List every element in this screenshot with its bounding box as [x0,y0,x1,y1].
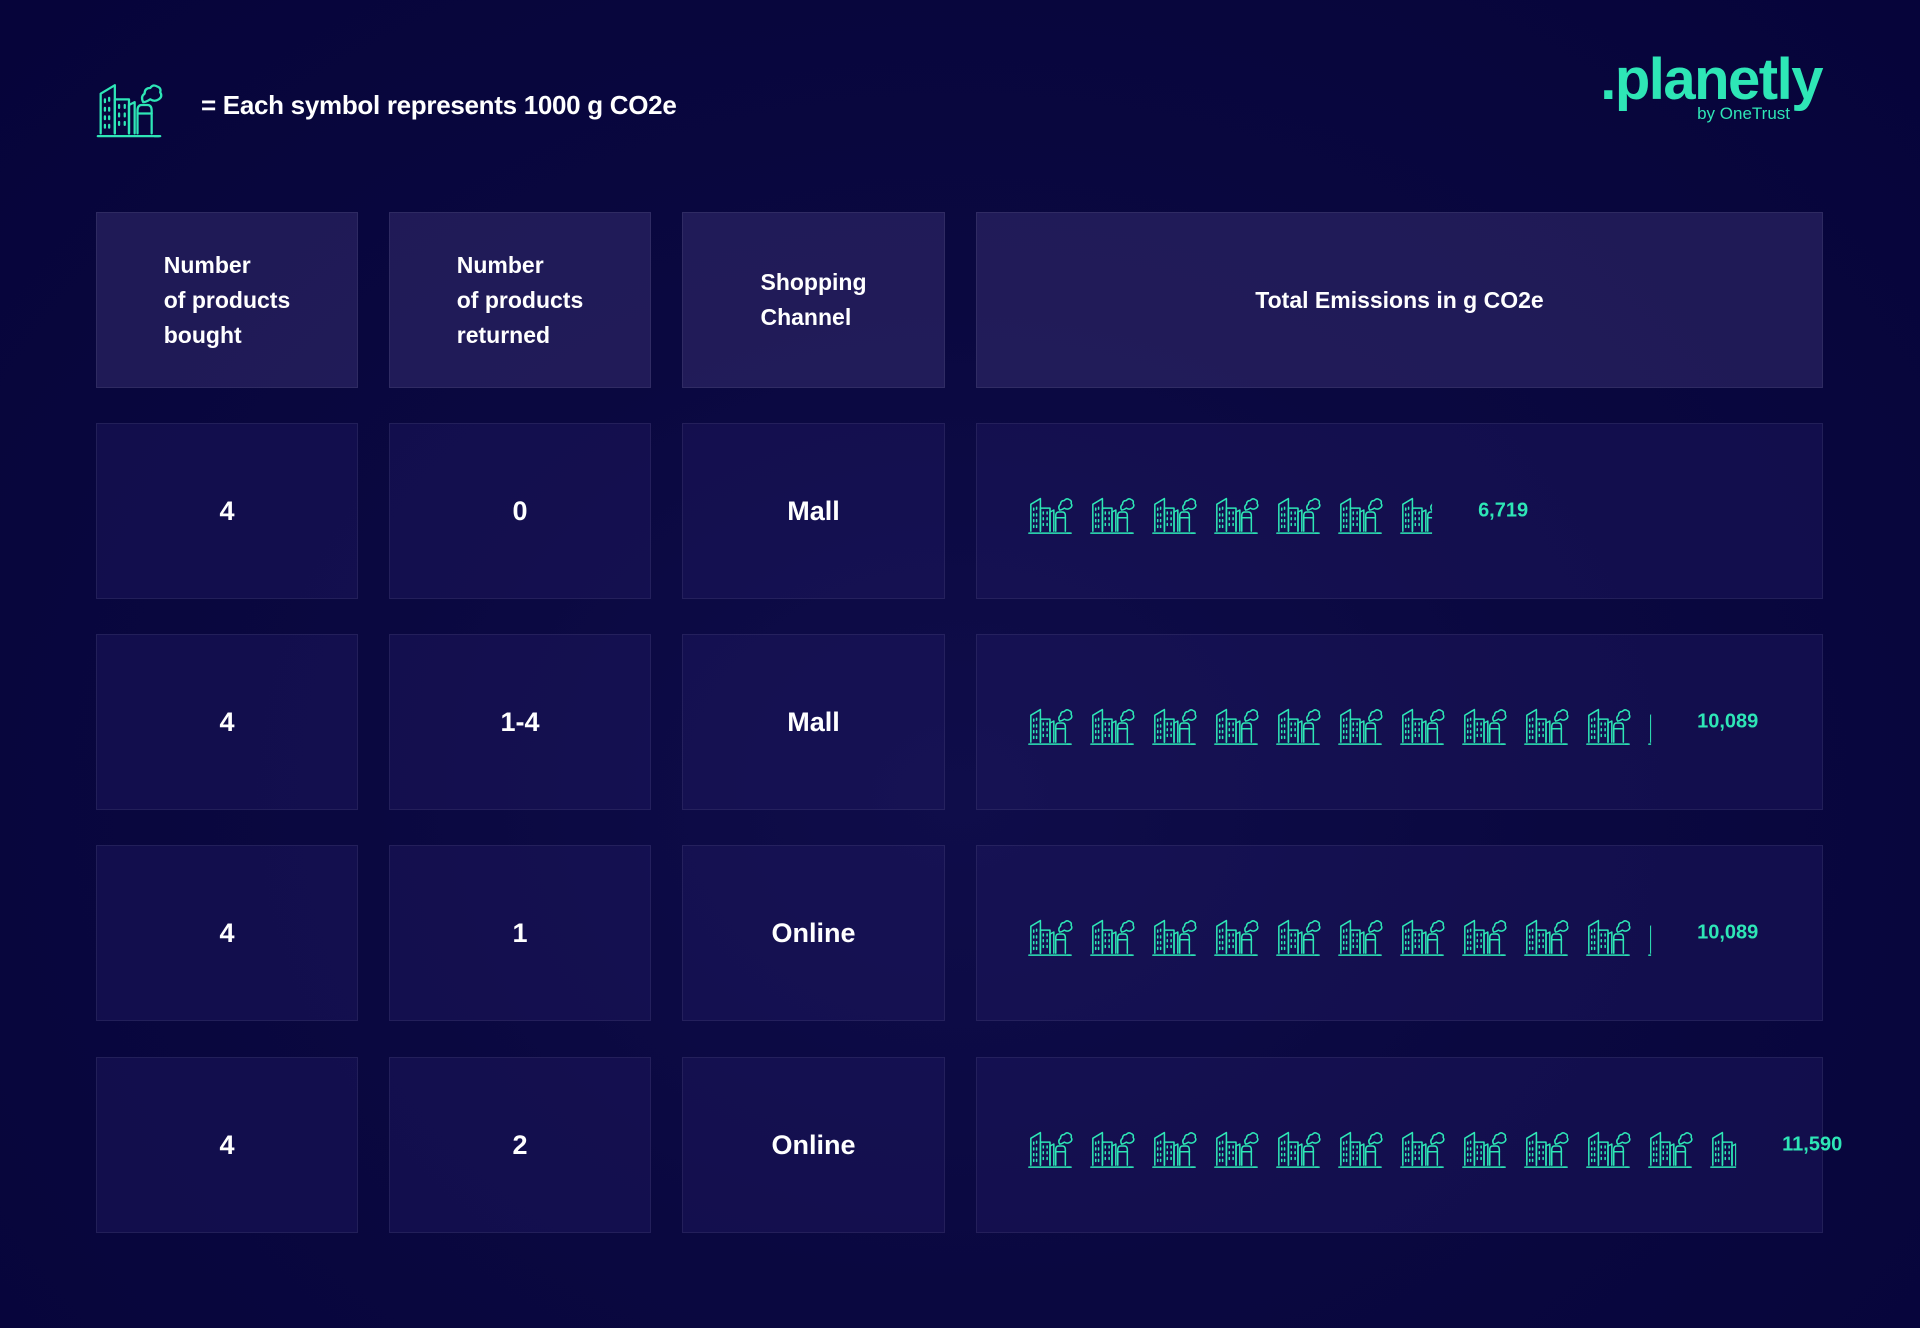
factory-symbol-icon [1214,708,1259,745]
legend: = Each symbol represents 1000 g CO2e [95,70,677,140]
header-returned: Number of products returned [389,212,651,388]
header-emissions: Total Emissions in g CO2e [976,212,1823,388]
factory-symbol-icon [1338,497,1383,534]
returned-cell: 1 [389,845,651,1021]
factory-symbol-icon [1028,708,1073,745]
bought-cell-value: 4 [219,917,235,948]
factory-symbol-icon [1524,919,1569,956]
factory-symbol-icon [1214,919,1259,956]
factory-symbol-icon [1710,1131,1737,1168]
factory-symbol-icon [1090,919,1135,956]
bought-cell: 4 [96,423,358,599]
emissions-cell: 10,089 [976,634,1823,810]
factory-symbol-icon [1400,497,1433,534]
emissions-cell: 11,590 [976,1057,1842,1233]
emissions-total: 6,719 [1478,499,1529,522]
header-emissions-label: Total Emissions in g CO2e [1255,286,1544,313]
bought-cell-value: 4 [219,495,235,526]
emissions-symbols [1028,708,1652,745]
factory-symbol-icon [1338,708,1383,745]
factory-symbol-icon [1090,708,1135,745]
factory-symbol-icon [1090,1131,1135,1168]
factory-symbol-icon [1276,1131,1321,1168]
factory-symbol-icon [1400,919,1445,956]
factory-symbol-icon [1462,708,1507,745]
factory-symbol-icon [1462,919,1507,956]
factory-symbol-icon [1028,497,1073,534]
factory-symbol-icon [1524,708,1569,745]
emissions-cell: 10,089 [976,845,1823,1021]
bought-cell-value: 4 [219,706,235,737]
channel-cell-value: Online [771,1129,856,1160]
channel-cell-value: Online [771,917,856,948]
channel-cell: Mall [682,423,945,599]
bought-cell: 4 [96,1057,358,1233]
factory-symbol-icon [1276,497,1321,534]
factory-symbol-icon [1648,919,1652,956]
channel-cell: Online [682,1057,945,1233]
channel-cell: Mall [682,634,945,810]
bought-cell: 4 [96,634,358,810]
channel-cell-value: Mall [787,495,840,526]
emissions-total: 11,590 [1782,1133,1843,1156]
factory-symbol-icon [1462,1131,1507,1168]
emissions-cell: 6,719 [976,423,1823,599]
emissions-symbols [1028,497,1433,534]
factory-symbol-icon [1276,708,1321,745]
returned-cell: 1-4 [389,634,651,810]
factory-symbol-icon [1090,497,1135,534]
factory-symbol-icon [1028,919,1073,956]
returned-cell-value: 1-4 [500,706,540,737]
factory-symbol-icon [1152,1131,1197,1168]
factory-symbol-icon [1338,1131,1383,1168]
factory-symbol-icon [1214,1131,1259,1168]
factory-symbol-icon [1152,919,1197,956]
channel-cell: Online [682,845,945,1021]
header-bought: Number of products bought [96,212,358,388]
emissions-total: 10,089 [1697,921,1759,944]
returned-cell-value: 0 [512,495,528,526]
factory-symbol-icon [1400,1131,1445,1168]
emissions-total: 10,089 [1697,710,1759,733]
bought-cell-value: 4 [219,1129,235,1160]
factory-symbol-icon [1586,1131,1631,1168]
factory-building-icon [95,70,163,140]
brand-logo: .planetly by OneTrust [1600,47,1823,124]
factory-symbol-icon [1276,919,1321,956]
factory-symbol-icon [1028,1131,1073,1168]
factory-symbol-icon [1400,708,1445,745]
header-bought-label: Number of products bought [163,251,291,348]
returned-cell-value: 1 [512,917,528,948]
legend-text: = Each symbol represents 1000 g CO2e [201,89,677,120]
factory-symbol-icon [1586,708,1631,745]
factory-symbol-icon [1524,1131,1569,1168]
factory-symbol-icon [1214,497,1259,534]
returned-cell: 2 [389,1057,651,1233]
factory-symbol-icon [1152,708,1197,745]
bought-cell: 4 [96,845,358,1021]
returned-cell: 0 [389,423,651,599]
header-channel: Shopping Channel [682,212,945,388]
returned-cell-value: 2 [512,1129,528,1160]
factory-symbol-icon [1648,1131,1693,1168]
factory-symbol-icon [1586,919,1631,956]
factory-symbol-icon [1152,497,1197,534]
factory-symbol-icon [1338,919,1383,956]
emissions-symbols [1028,1131,1737,1168]
logo-name: .planetly [1600,47,1823,112]
emissions-symbols [1028,919,1652,956]
header-channel-label: Shopping Channel [760,269,867,330]
factory-symbol-icon [1648,708,1652,745]
channel-cell-value: Mall [787,706,840,737]
header-returned-label: Number of products returned [456,251,584,348]
